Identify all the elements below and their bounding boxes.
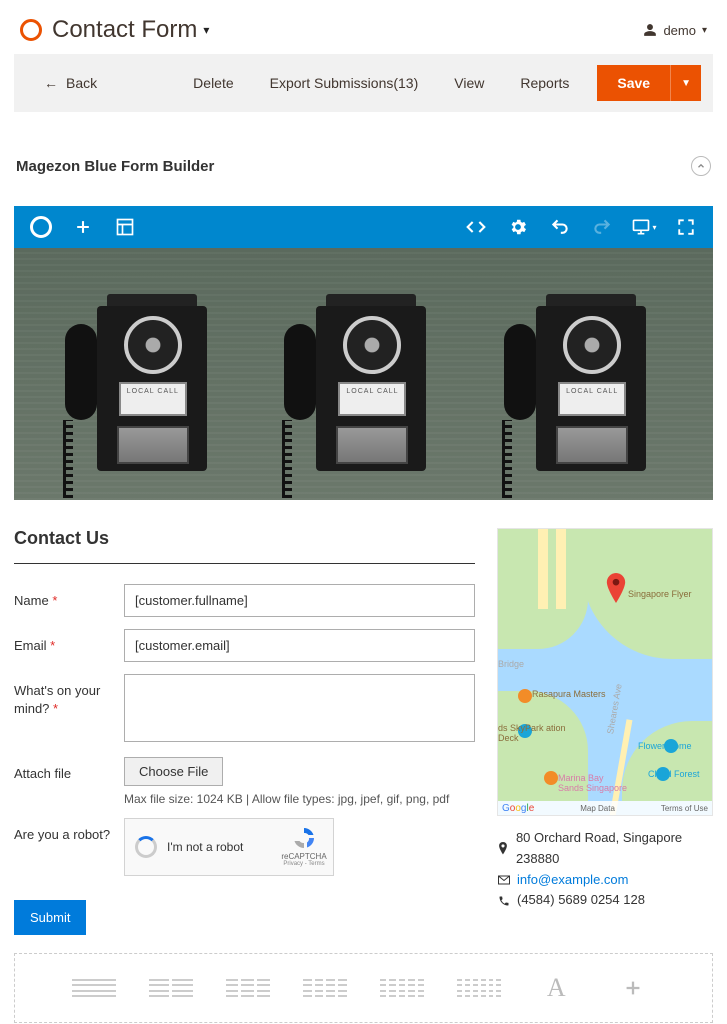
- map-footer: Google Map Data Terms of Use: [498, 801, 712, 815]
- phone-illustration: LOCAL CALL: [288, 264, 438, 484]
- export-submissions-button[interactable]: Export Submissions(13): [252, 64, 437, 102]
- map-terms-link[interactable]: Terms of Use: [661, 804, 708, 813]
- user-icon: [643, 23, 657, 37]
- user-name: demo: [663, 23, 696, 38]
- brand-logo-icon: [20, 19, 42, 41]
- add-custom-button[interactable]: [611, 973, 655, 1003]
- map-data-link[interactable]: Map Data: [580, 804, 615, 813]
- map-label: Flower Dome: [638, 741, 692, 751]
- save-button[interactable]: Save: [597, 65, 670, 101]
- user-menu[interactable]: demo ▾: [643, 23, 707, 38]
- layout-1col-button[interactable]: [72, 973, 116, 1003]
- recaptcha-widget[interactable]: I'm not a robot reCAPTCHA Privacy - Term…: [124, 818, 334, 876]
- map-label: Rasapura Masters: [532, 689, 606, 699]
- map-poi-icon: [544, 771, 558, 785]
- delete-label: Delete: [193, 75, 233, 91]
- map-label: Bridge: [498, 659, 524, 669]
- phone-illustration: LOCAL CALL: [508, 264, 658, 484]
- export-label: Export Submissions(13): [270, 75, 419, 91]
- collapse-toggle[interactable]: [691, 156, 711, 176]
- contact-phone: (4584) 5689 0254 128: [517, 890, 645, 911]
- map-label: Marina Bay Sands Singapore: [558, 773, 628, 793]
- file-hint-text: Max file size: 1024 KB | Allow file type…: [124, 792, 475, 806]
- chevron-down-icon: ▼: [681, 78, 691, 89]
- save-dropdown-toggle[interactable]: ▼: [670, 65, 701, 101]
- spinner-icon: [135, 836, 157, 858]
- arrow-left-icon: ←: [44, 75, 58, 91]
- map-label: Sheares Ave: [605, 683, 624, 735]
- layout-4col-button[interactable]: [303, 973, 347, 1003]
- layout-2col-button[interactable]: [149, 973, 193, 1003]
- contact-info-block: 80 Orchard Road, Singapore 238880 info@e…: [497, 828, 713, 911]
- redo-button[interactable]: [583, 208, 621, 246]
- map-widget[interactable]: Singapore Flyer Rasapura Masters ds SkyP…: [497, 528, 713, 816]
- save-label: Save: [617, 75, 650, 91]
- phone-illustration: LOCAL CALL: [69, 264, 219, 484]
- reports-button[interactable]: Reports: [502, 64, 587, 102]
- fullscreen-button[interactable]: [667, 208, 705, 246]
- editor-toolbar: ▾: [14, 206, 713, 248]
- layout-6col-button[interactable]: [457, 973, 501, 1003]
- templates-button[interactable]: [106, 208, 144, 246]
- envelope-icon: [497, 875, 511, 885]
- location-pin-icon: [497, 842, 510, 856]
- recaptcha-logo-icon: [291, 825, 317, 851]
- banner-image: LOCAL CALL LOCAL CALL LOCAL CALL: [14, 248, 713, 500]
- editor-logo-icon: [22, 208, 60, 246]
- chevron-down-icon: ▾: [203, 23, 209, 37]
- map-pin-icon: [606, 573, 626, 603]
- sidebar-area: Singapore Flyer Rasapura Masters ds SkyP…: [497, 528, 713, 935]
- layout-5col-button[interactable]: [380, 973, 424, 1003]
- contact-email-link[interactable]: info@example.com: [517, 870, 628, 891]
- reports-label: Reports: [520, 75, 569, 91]
- form-heading: Contact Us: [14, 528, 475, 564]
- message-label: What's on your mind? *: [14, 674, 124, 718]
- view-button[interactable]: View: [436, 64, 502, 102]
- view-label: View: [454, 75, 484, 91]
- delete-button[interactable]: Delete: [175, 64, 251, 102]
- phone-icon: [497, 895, 511, 907]
- page-title-text: Contact Form: [52, 16, 197, 44]
- map-label: Cloud Forest: [648, 769, 700, 779]
- choose-file-button[interactable]: Choose File: [124, 757, 223, 786]
- responsive-preview-button[interactable]: ▾: [625, 208, 663, 246]
- back-label: Back: [66, 75, 97, 91]
- map-poi-icon: [518, 689, 532, 703]
- section-title: Magezon Blue Form Builder: [16, 158, 214, 175]
- robot-label: Are you a robot?: [14, 818, 124, 844]
- form-area: Contact Us Name * Email * Wha: [14, 528, 475, 935]
- map-attribution: Google: [502, 803, 534, 814]
- contact-address: 80 Orchard Road, Singapore 238880: [516, 828, 713, 870]
- map-label: Singapore Flyer: [628, 589, 692, 599]
- chevron-down-icon: ▾: [702, 25, 707, 36]
- back-button[interactable]: ← Back: [26, 64, 115, 102]
- submit-button[interactable]: Submit: [14, 900, 86, 935]
- recaptcha-brand: reCAPTCHA Privacy - Terms: [281, 825, 327, 869]
- text-element-button[interactable]: A: [534, 973, 578, 1003]
- page-title-dropdown[interactable]: Contact Form ▾: [52, 16, 209, 44]
- name-input[interactable]: [124, 584, 475, 617]
- email-input[interactable]: [124, 629, 475, 662]
- titlebar: Contact Form ▾ demo ▾: [0, 0, 727, 54]
- code-view-button[interactable]: [457, 208, 495, 246]
- section-header: Magezon Blue Form Builder: [0, 136, 727, 184]
- add-element-button[interactable]: [64, 208, 102, 246]
- settings-button[interactable]: [499, 208, 537, 246]
- element-palette: A: [14, 953, 713, 1023]
- save-button-group: Save ▼: [597, 65, 701, 101]
- recaptcha-label: I'm not a robot: [167, 840, 243, 854]
- name-label: Name *: [14, 584, 124, 610]
- message-textarea[interactable]: [124, 674, 475, 742]
- attach-label: Attach file: [14, 757, 124, 783]
- undo-button[interactable]: [541, 208, 579, 246]
- layout-3col-button[interactable]: [226, 973, 270, 1003]
- action-toolbar: ← Back Delete Export Submissions(13) Vie…: [14, 54, 713, 112]
- map-label: ds SkyPark ation Deck: [498, 723, 568, 743]
- email-label: Email *: [14, 629, 124, 655]
